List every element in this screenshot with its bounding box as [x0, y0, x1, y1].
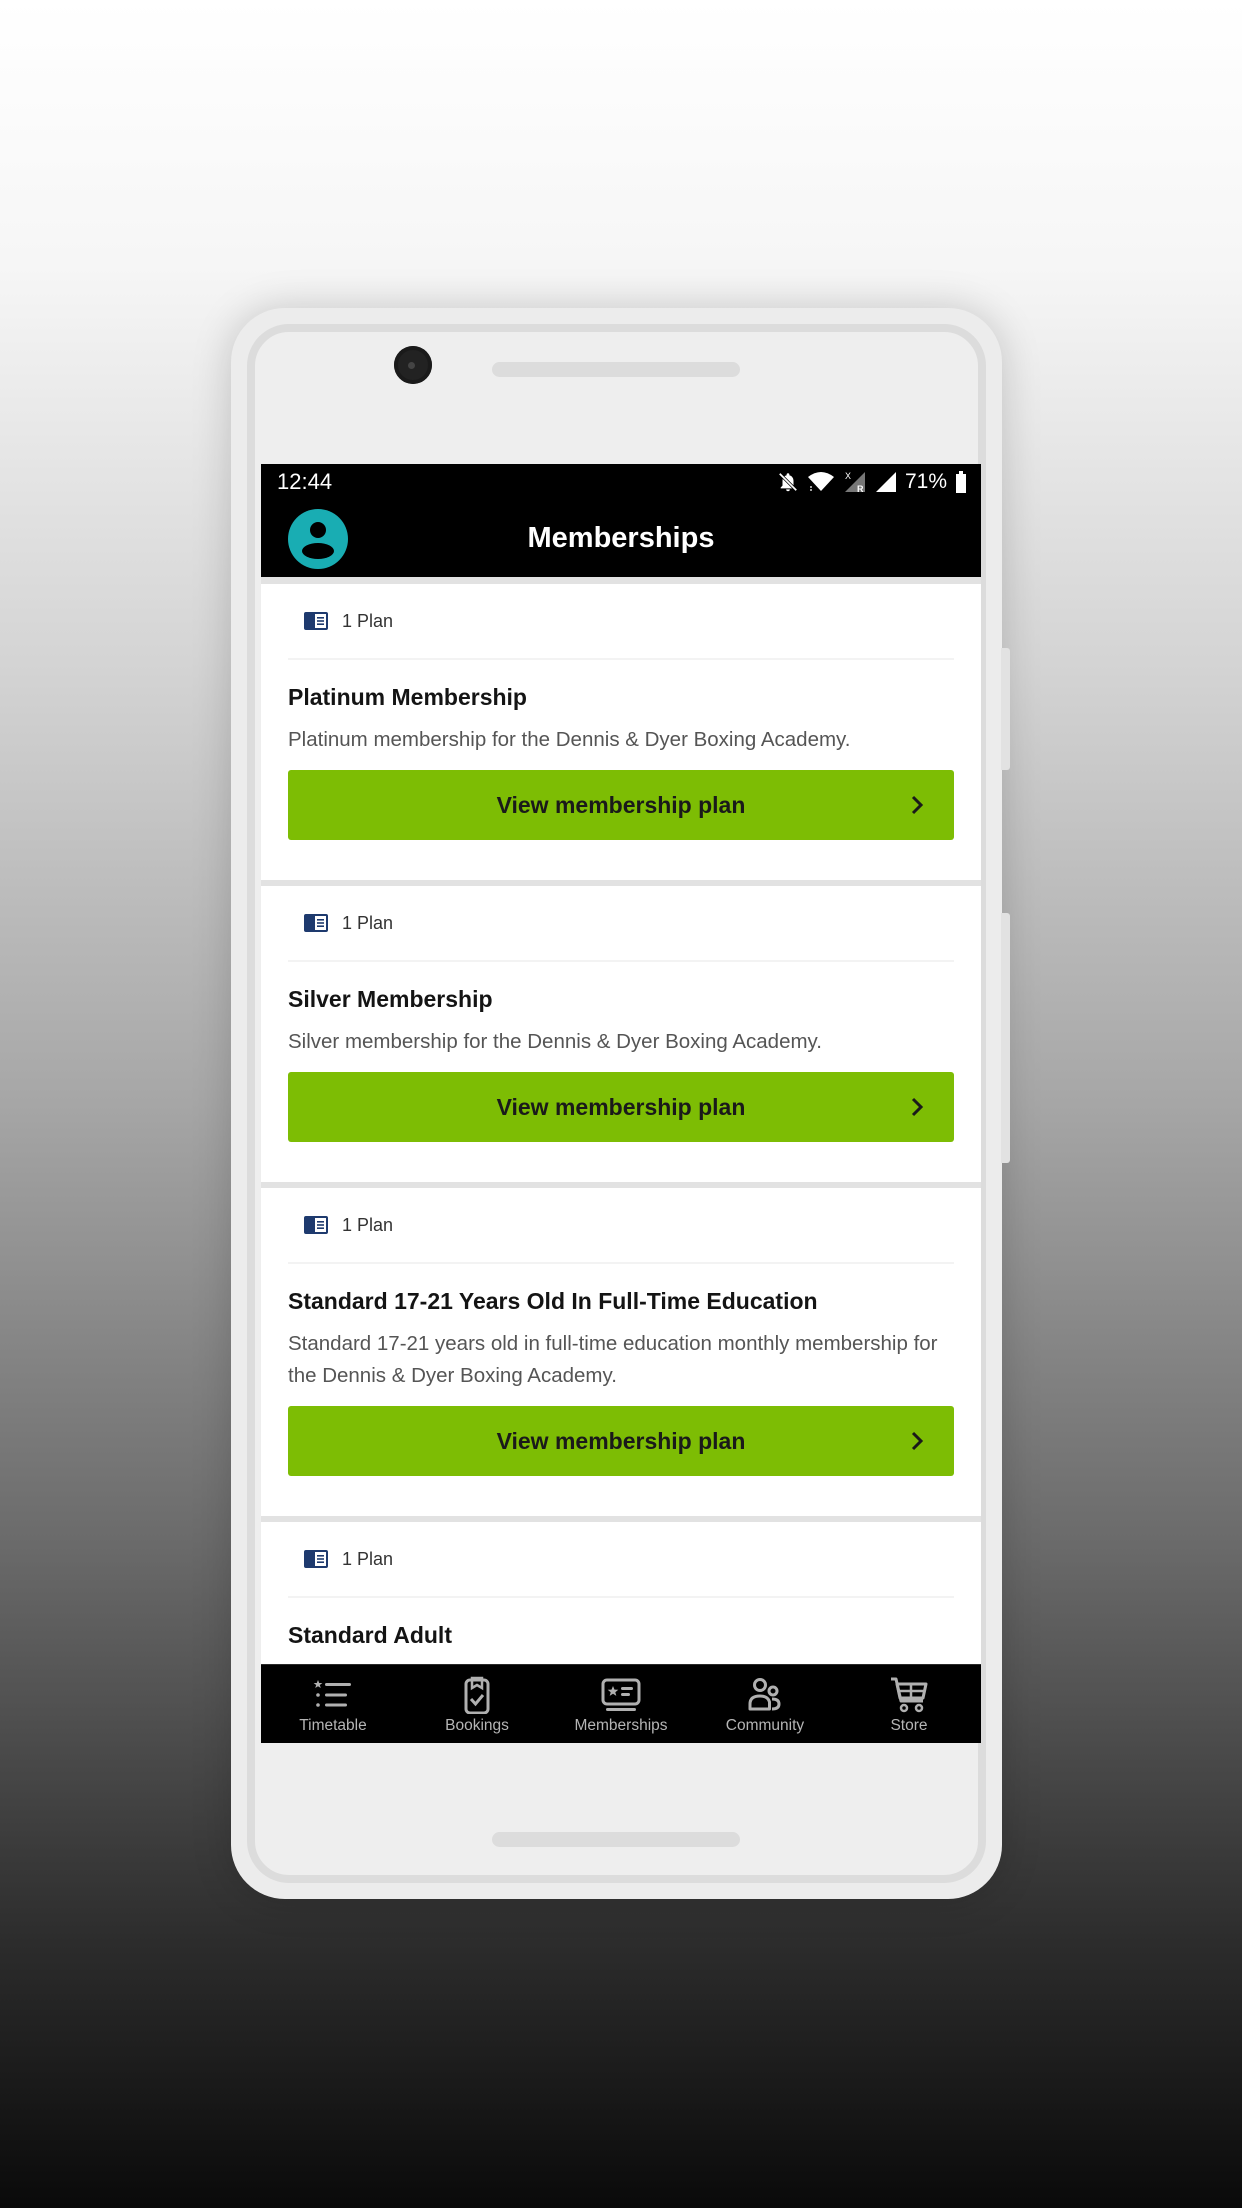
battery-percent: 71%: [904, 470, 947, 493]
plan-count-row: 1 Plan: [288, 1522, 954, 1598]
plan-count: 1 Plan: [342, 912, 394, 933]
front-camera: [394, 346, 432, 384]
plan-document-icon: [304, 1216, 328, 1234]
nav-item-timetable[interactable]: Timetable: [261, 1665, 405, 1743]
nav-item-bookings[interactable]: Bookings: [405, 1665, 549, 1743]
plan-document-icon: [304, 914, 328, 932]
membership-title: Standard Adult: [288, 1622, 452, 1648]
membership-card: 1 Plan Silver Membership Silver membersh…: [261, 886, 981, 1182]
status-bar: 12:44 X R 71%: [261, 464, 981, 500]
volume-button: [1001, 648, 1010, 770]
membership-card-icon: [601, 1678, 641, 1711]
view-membership-plan-button[interactable]: View membership plan: [288, 1406, 954, 1476]
view-membership-plan-button[interactable]: View membership plan: [288, 770, 954, 840]
plan-count-row: 1 Plan: [288, 584, 954, 660]
view-membership-plan-label: View membership plan: [496, 1093, 746, 1120]
earpiece-speaker: [492, 362, 740, 377]
plan-count-row: 1 Plan: [288, 886, 954, 962]
membership-card: 1 Plan Platinum Membership Platinum memb…: [261, 584, 981, 880]
nav-label: Community: [725, 1717, 805, 1734]
app-screen: 12:44 X R 71% Memberships 1 Plan Platinu…: [261, 464, 981, 1743]
membership-description: Standard 17-21 years old in full-time ed…: [288, 1332, 938, 1387]
membership-title: Platinum Membership: [288, 684, 527, 710]
page-title: Memberships: [527, 522, 715, 554]
clipboard-check-icon: [464, 1676, 490, 1714]
plan-document-icon: [304, 612, 328, 630]
mobile-data-roaming-icon: X R: [844, 471, 865, 494]
membership-title: Silver Membership: [288, 986, 493, 1012]
bottom-navigation: Timetable Bookings Memberships Community…: [261, 1664, 981, 1743]
notifications-muted-icon: [778, 472, 798, 492]
app-bar: Memberships: [261, 500, 981, 577]
plan-count: 1 Plan: [342, 610, 394, 631]
plan-document-icon: [304, 1550, 328, 1568]
power-button: [1001, 913, 1010, 1163]
view-membership-plan-label: View membership plan: [496, 1427, 746, 1454]
timetable-list-icon: [313, 1680, 351, 1707]
nav-label: Timetable: [299, 1717, 367, 1734]
roaming-marker: R: [857, 484, 864, 494]
data-off-marker: X: [845, 471, 851, 481]
membership-title: Standard 17-21 Years Old In Full-Time Ed…: [288, 1288, 818, 1314]
membership-list: 1 Plan Platinum Membership Platinum memb…: [261, 584, 981, 1728]
status-time: 12:44: [277, 469, 333, 494]
community-people-icon: [748, 1678, 781, 1711]
chevron-right-icon: [911, 1097, 924, 1117]
view-membership-plan-button[interactable]: View membership plan: [288, 1072, 954, 1142]
battery-icon: [956, 471, 966, 493]
bottom-speaker: [492, 1832, 740, 1847]
plan-count-row: 1 Plan: [288, 1188, 954, 1264]
nav-item-store[interactable]: Store: [837, 1665, 981, 1743]
chevron-right-icon: [911, 795, 924, 815]
nav-item-memberships[interactable]: Memberships: [549, 1665, 693, 1743]
view-membership-plan-label: View membership plan: [496, 791, 746, 818]
membership-description: Platinum membership for the Dennis & Dye…: [288, 728, 851, 751]
plan-count: 1 Plan: [342, 1214, 394, 1235]
membership-description: Silver membership for the Dennis & Dyer …: [288, 1030, 822, 1053]
plan-count: 1 Plan: [342, 1548, 394, 1569]
nav-label: Store: [890, 1717, 928, 1734]
wifi-icon: [807, 472, 834, 491]
nav-item-community[interactable]: Community: [693, 1665, 837, 1743]
nav-label: Bookings: [445, 1717, 509, 1734]
chevron-right-icon: [911, 1431, 924, 1451]
shopping-cart-icon: [891, 1677, 928, 1713]
cell-signal-icon: [875, 472, 896, 492]
nav-label: Memberships: [574, 1717, 668, 1734]
status-icons: X R 71%: [777, 470, 967, 494]
membership-card: 1 Plan Standard 17-21 Years Old In Full-…: [261, 1188, 981, 1516]
